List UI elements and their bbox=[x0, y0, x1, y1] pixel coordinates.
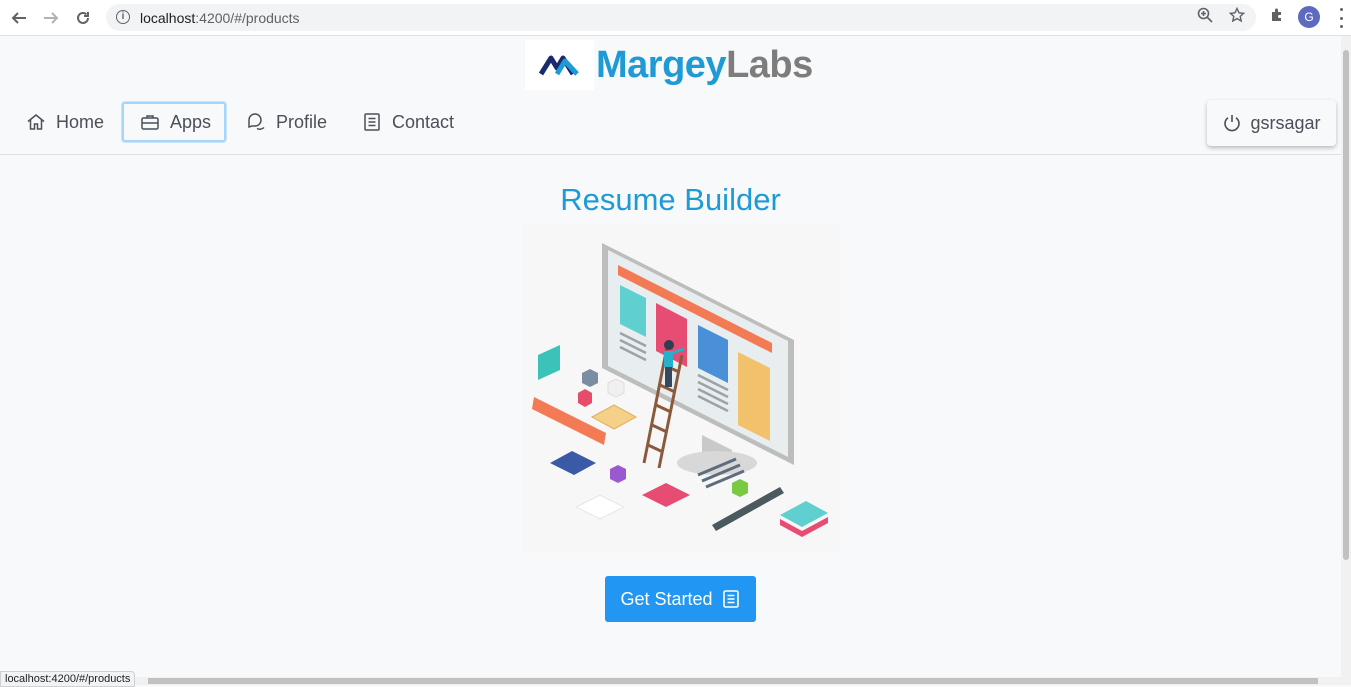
home-icon bbox=[26, 112, 46, 132]
arrow-left-icon bbox=[11, 12, 26, 24]
address-bar[interactable]: i localhost:4200/#/products bbox=[106, 4, 1256, 31]
brand-name-part2: Labs bbox=[726, 44, 813, 86]
user-name: gsrsagar bbox=[1250, 112, 1321, 133]
page-title: Resume Builder bbox=[560, 182, 781, 217]
book-icon bbox=[721, 589, 741, 609]
info-icon[interactable]: i bbox=[116, 10, 130, 24]
profile-avatar[interactable]: G bbox=[1298, 6, 1320, 28]
user-logout-button[interactable]: gsrsagar bbox=[1207, 100, 1336, 146]
main-menubar: Home Apps Profile Contact gsrsagar bbox=[0, 98, 1341, 155]
zoom-icon[interactable] bbox=[1196, 6, 1214, 24]
vertical-scrollbar[interactable] bbox=[1341, 36, 1351, 677]
horizontal-scrollbar-thumb[interactable] bbox=[148, 678, 1318, 684]
briefcase-icon bbox=[140, 112, 160, 132]
star-icon[interactable] bbox=[1228, 6, 1246, 24]
get-started-button[interactable]: Get Started bbox=[605, 576, 756, 622]
back-button[interactable] bbox=[7, 6, 31, 30]
reload-button[interactable] bbox=[71, 6, 95, 30]
menu-item-label: Home bbox=[56, 111, 105, 132]
power-off-icon bbox=[1222, 113, 1242, 133]
brand-logo bbox=[525, 40, 594, 90]
menu-item-label: Contact bbox=[392, 111, 455, 132]
horizontal-scrollbar[interactable] bbox=[0, 677, 1351, 685]
extensions-icon[interactable] bbox=[1268, 6, 1286, 24]
get-started-label: Get Started bbox=[620, 588, 713, 609]
forward-button[interactable] bbox=[39, 6, 63, 30]
browser-menu-icon[interactable] bbox=[1334, 8, 1348, 28]
margeylabs-logo-icon bbox=[538, 55, 579, 76]
book-icon bbox=[362, 112, 382, 132]
url-path: :4200/#/products bbox=[195, 9, 300, 26]
comments-icon bbox=[246, 112, 266, 132]
menu-item-apps[interactable]: Apps bbox=[122, 102, 226, 142]
menu-item-profile[interactable]: Profile bbox=[246, 102, 327, 142]
resume-builder-illustration bbox=[522, 225, 840, 553]
menu-item-home[interactable]: Home bbox=[26, 102, 104, 142]
vertical-scrollbar-thumb[interactable] bbox=[1343, 50, 1349, 560]
url-host: localhost bbox=[140, 9, 196, 26]
brand-name-part1: Margey bbox=[596, 44, 727, 86]
browser-toolbar: i localhost:4200/#/products G bbox=[0, 0, 1351, 36]
menu-item-contact[interactable]: Contact bbox=[362, 102, 454, 142]
menu-item-label: Apps bbox=[170, 111, 212, 132]
brand-name[interactable]: MargeyLabs bbox=[596, 44, 813, 87]
arrow-right-icon bbox=[44, 12, 59, 24]
menu-item-label: Profile bbox=[276, 111, 328, 132]
reload-icon bbox=[77, 11, 89, 24]
